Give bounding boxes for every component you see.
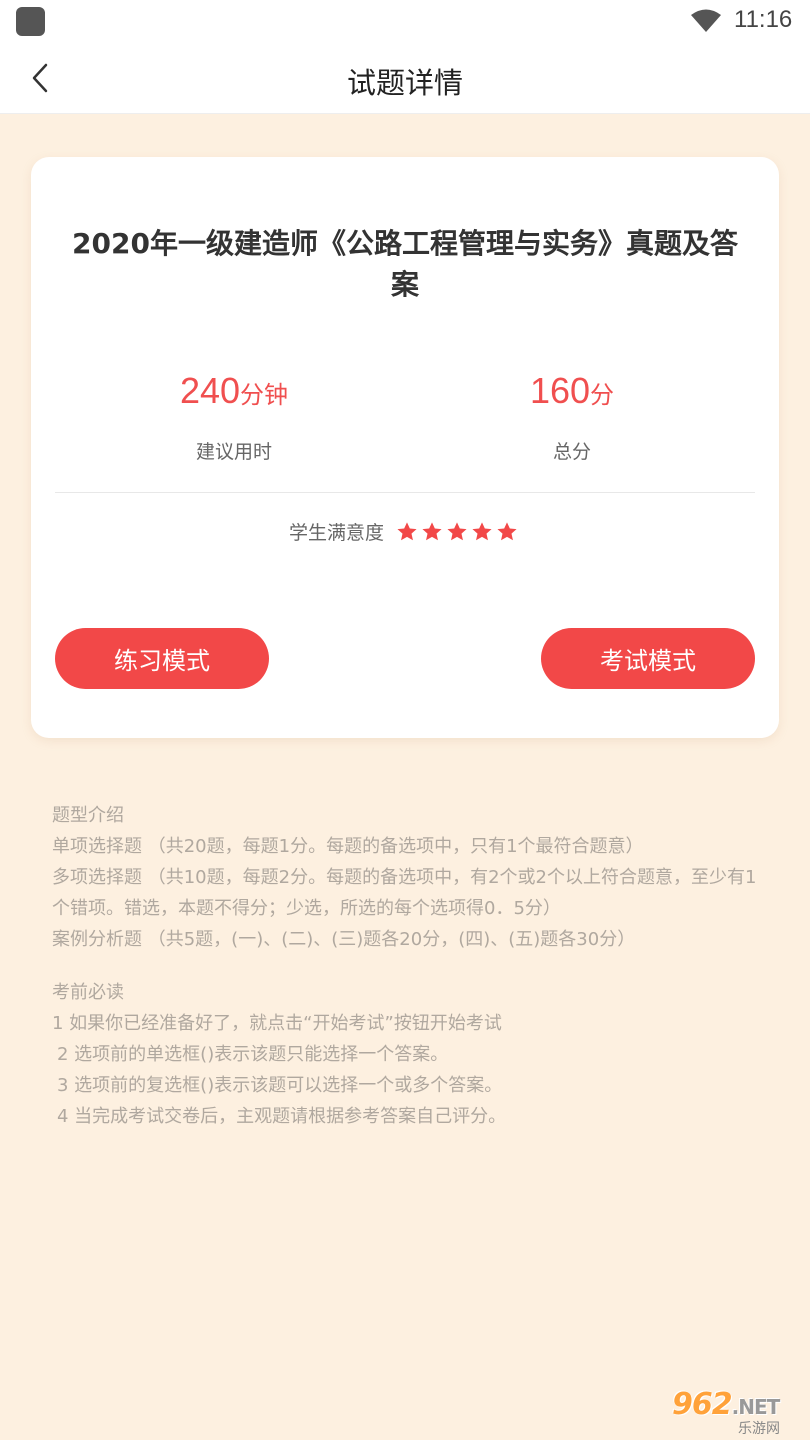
duration-unit: 分钟 (240, 381, 289, 409)
duration-value: 240 (179, 370, 241, 411)
duration-stat: 240分钟 建议用时 (104, 367, 364, 464)
star-icon (472, 521, 492, 540)
duration-label: 建议用时 (195, 441, 272, 463)
notice-line: 2 选项前的单选框()表示该题只能选择一个答案。 (57, 1044, 449, 1065)
status-bar: 11:16 (0, 0, 810, 44)
watermark-sub: 乐游网 (738, 1421, 780, 1437)
watermark-number: 962 (672, 1387, 733, 1422)
intro-heading: 题型介绍 (52, 805, 124, 826)
practice-mode-button[interactable]: 练习模式 (55, 628, 269, 689)
score-stat: 160分 总分 (442, 367, 702, 464)
satisfaction-row: 学生满意度 (31, 518, 779, 545)
exam-mode-button[interactable]: 考试模式 (541, 628, 755, 689)
score-label: 总分 (552, 441, 591, 463)
watermark-main: 962.NET (672, 1387, 781, 1422)
app-bar: 试题详情 (0, 44, 810, 114)
notice-heading: 考前必读 (52, 982, 124, 1003)
exam-card: 2020年一级建造师《公路工程管理与实务》真题及答案 240分钟 建议用时 16… (31, 157, 779, 738)
star-icon (422, 521, 442, 540)
exam-title: 2020年一级建造师《公路工程管理与实务》真题及答案 (72, 227, 738, 301)
info-section: 题型介绍 单项选择题 （共20题，每题1分。每题的备选项中，只有1个最符合题意）… (52, 800, 772, 1132)
page-title: 试题详情 (346, 66, 463, 100)
watermark-net: .NET (731, 1395, 781, 1419)
score-value-line: 160分 (442, 367, 702, 419)
notice-line: 3 选项前的复选框()表示该题可以选择一个或多个答案。 (57, 1075, 503, 1096)
notice-line: 1 如果你已经准备好了，就点击“开始考试”按钮开始考试 (52, 1013, 502, 1034)
star-icon (447, 521, 467, 540)
app-notification-icon (16, 7, 45, 36)
satisfaction-label: 学生满意度 (288, 522, 384, 544)
star-icon (497, 521, 517, 540)
status-time: 11:16 (734, 6, 793, 33)
rating-stars (396, 521, 521, 543)
score-unit: 分 (590, 381, 615, 409)
intro-line: 多项选择题 （共10题，每题2分。每题的备选项中，有2个或2个以上符合题意，至少… (52, 867, 757, 919)
score-value: 160 (529, 370, 591, 411)
watermark-logo: 962.NET 乐游网 (672, 1387, 802, 1437)
notice-line: 4 当完成考试交卷后，主观题请根据参考答案自己评分。 (57, 1106, 507, 1127)
star-icon (397, 521, 417, 540)
wifi-icon (691, 9, 721, 32)
intro-line: 单项选择题 （共20题，每题1分。每题的备选项中，只有1个最符合题意） (52, 836, 644, 857)
divider (55, 492, 755, 493)
intro-line: 案例分析题 （共5题，(一)、(二)、(三)题各20分，(四)、(五)题各30分… (52, 929, 636, 950)
duration-value-line: 240分钟 (104, 367, 364, 419)
